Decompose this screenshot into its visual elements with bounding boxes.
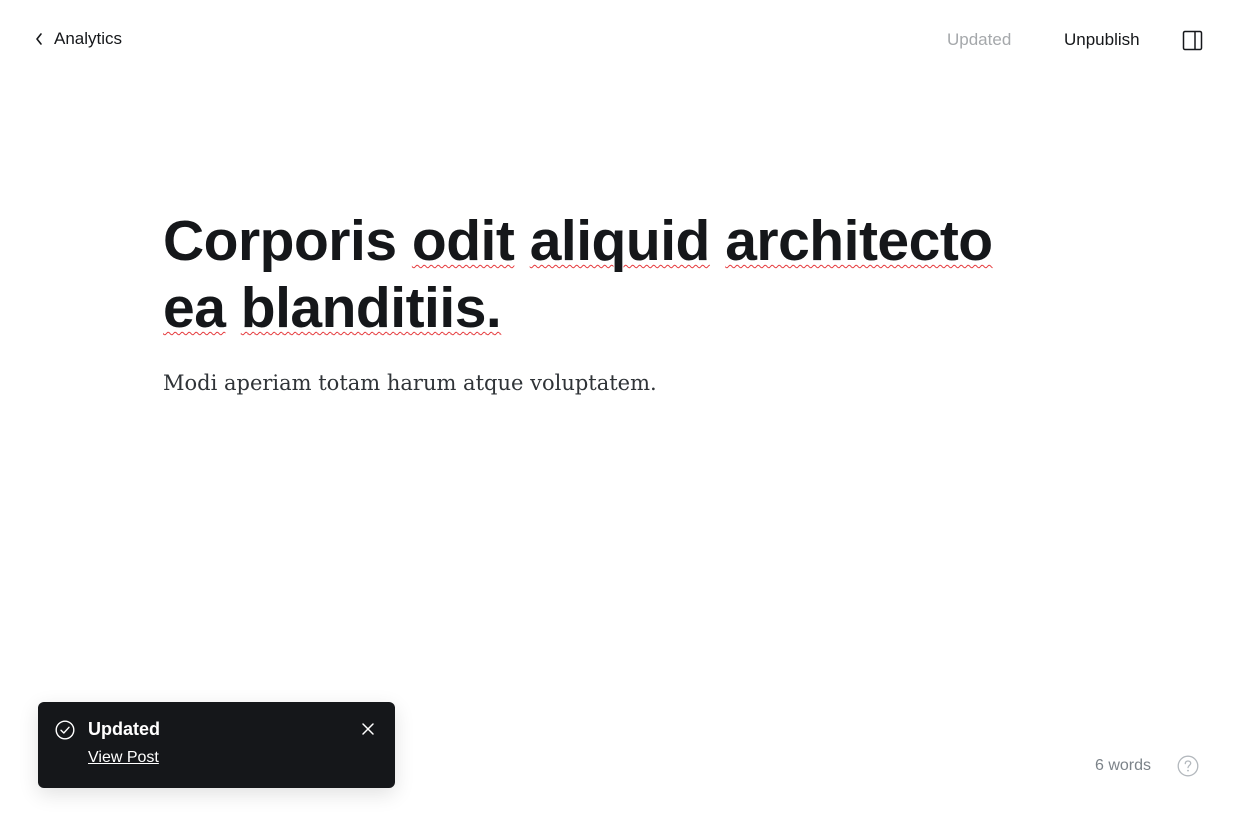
back-link-label: Analytics	[54, 29, 123, 48]
unpublish-button[interactable]: Unpublish	[1064, 30, 1140, 50]
chevron-left-icon	[36, 33, 42, 45]
title-word: Corporis	[163, 209, 397, 273]
help-circle-icon[interactable]	[1177, 755, 1199, 777]
back-to-analytics-link[interactable]: Analytics	[34, 29, 122, 49]
sidebar-toggle-icon[interactable]	[1182, 30, 1203, 51]
title-word: blanditiis.	[240, 276, 502, 340]
post-title[interactable]: Corporis odit aliquid architecto ea blan…	[163, 208, 1063, 342]
title-word: architecto	[725, 209, 993, 273]
post-status: Updated	[947, 30, 1012, 49]
editor-header: Analytics Updated Unpublish	[0, 0, 1250, 80]
close-icon[interactable]	[361, 722, 375, 736]
title-word: aliquid	[529, 209, 711, 273]
word-count: 6 words	[1095, 757, 1152, 774]
title-word: odit	[411, 209, 515, 273]
check-circle-icon	[55, 720, 75, 740]
view-post-link[interactable]: View Post	[88, 749, 159, 767]
toast-title: Updated	[88, 719, 160, 739]
title-word: ea	[163, 276, 226, 340]
notification-toast: Updated View Post	[38, 702, 395, 788]
editor-page: Analytics Updated Unpublish Corporis odi…	[0, 0, 1250, 825]
post-body[interactable]: Modi aperiam totam harum atque voluptate…	[163, 366, 1063, 400]
